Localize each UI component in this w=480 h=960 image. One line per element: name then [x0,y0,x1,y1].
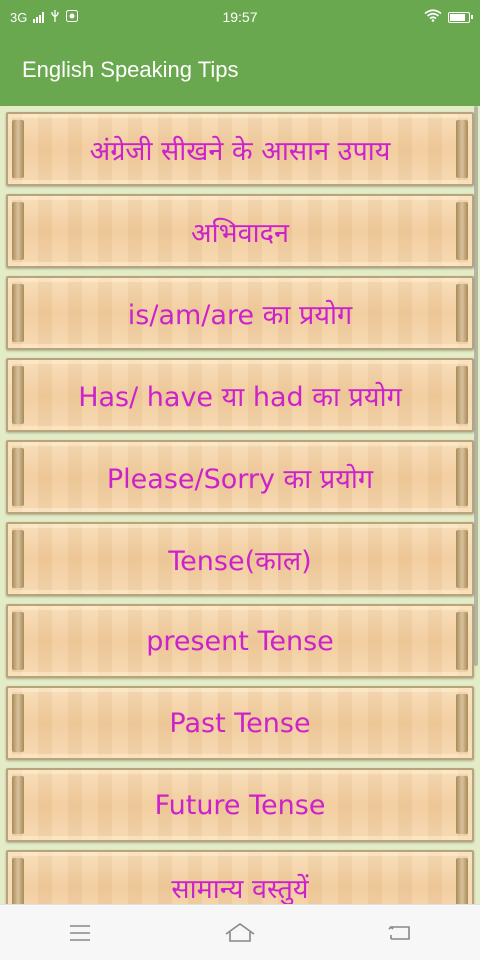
back-button[interactable] [370,913,430,953]
tip-item[interactable]: is/am/are का प्रयोग [6,276,474,350]
menu-icon [70,924,90,941]
wifi-icon [424,9,442,25]
tip-label: Tense(काल) [168,545,312,577]
tip-label: present Tense [146,625,334,657]
tip-item[interactable]: Please/Sorry का प्रयोग [6,440,474,514]
tip-label: अभिवादन [191,217,289,249]
tip-label: सामान्य वस्तुयें [171,873,309,905]
tip-label: Has/ have या had का प्रयोग [78,381,402,413]
tip-item[interactable]: अभिवादन [6,194,474,268]
battery-fill [450,13,466,21]
tip-label: is/am/are का प्रयोग [127,299,353,331]
home-icon [225,922,255,942]
signal-icon [33,11,45,23]
tip-item[interactable]: Tense(काल) [6,522,474,596]
tip-item[interactable]: Past Tense [6,686,474,760]
status-bar: 3G 19:57 [0,0,480,34]
scrollbar[interactable] [474,106,478,666]
tips-list: अंग्रेजी सीखने के आसान उपाय अभिवादन is/am/… [0,112,480,904]
navigation-bar [0,904,480,960]
battery-icon [448,11,473,23]
home-button[interactable] [210,913,270,953]
notification-icon [66,9,79,25]
tip-label: Future Tense [154,789,326,821]
tip-item[interactable]: अंग्रेजी सीखने के आसान उपाय [6,112,474,186]
app-bar: English Speaking Tips [0,34,480,106]
tip-item[interactable]: सामान्य वस्तुयें [6,850,474,904]
network-type: 3G [10,9,28,25]
usb-icon [50,9,60,25]
tip-item[interactable]: present Tense [6,604,474,678]
tips-list-container[interactable]: अंग्रेजी सीखने के आसान उपाय अभिवादन is/am/… [0,106,480,904]
app-title: English Speaking Tips [22,57,239,82]
tip-label: अंग्रेजी सीखने के आसान उपाय [89,135,391,167]
back-icon [388,925,410,940]
menu-button[interactable] [50,913,110,953]
tip-item[interactable]: Future Tense [6,768,474,842]
tip-label: Past Tense [169,707,311,739]
tip-item[interactable]: Has/ have या had का प्रयोग [6,358,474,432]
tip-label: Please/Sorry का प्रयोग [106,463,374,495]
